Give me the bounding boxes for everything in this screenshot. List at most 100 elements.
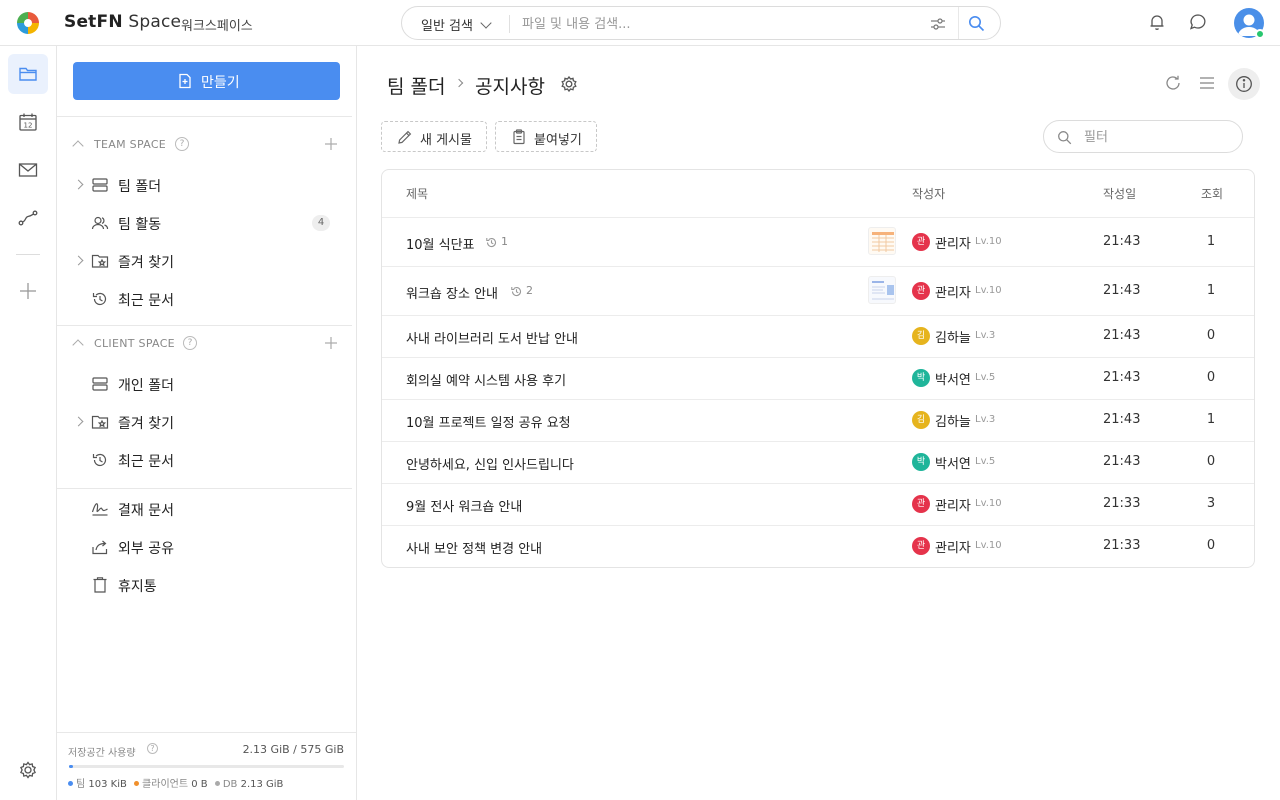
help-icon[interactable]: ? <box>147 743 158 754</box>
rail-mail-button[interactable] <box>8 150 48 190</box>
table-row[interactable]: 회의실 예약 시스템 사용 후기 박 박서연 Lv.5 21:43 0 <box>382 357 1254 399</box>
sidebar-item-team-recent[interactable]: 최근 문서 <box>57 283 352 315</box>
search-mode-select[interactable]: 일반 검색 <box>421 15 473 34</box>
author-name[interactable]: 관리자 <box>935 282 971 301</box>
help-icon[interactable]: ? <box>183 336 197 350</box>
clipboard-icon <box>513 129 525 145</box>
post-title[interactable]: 9월 전사 워크숍 안내 <box>406 496 522 515</box>
table-row[interactable]: 안녕하세요, 신입 인사드립니다 박 박서연 Lv.5 21:43 0 <box>382 441 1254 483</box>
breadcrumb-parent[interactable]: 팀 폴더 <box>387 72 445 99</box>
global-search: 일반 검색 <box>401 6 1001 40</box>
sidebar-item-team-activity[interactable]: 팀 활동 4 <box>57 207 352 239</box>
filter-input[interactable] <box>1084 127 1224 147</box>
refresh-icon[interactable] <box>1164 74 1182 92</box>
column-header-author[interactable]: 작성자 <box>912 185 945 202</box>
calendar-icon: 12 <box>19 113 37 131</box>
view-count: 3 <box>1206 496 1216 511</box>
post-title[interactable]: 워크숍 장소 안내 <box>406 283 498 302</box>
help-icon[interactable]: ? <box>175 137 189 151</box>
chevron-right-icon[interactable] <box>73 416 84 427</box>
rail-workflow-button[interactable] <box>8 198 48 238</box>
author-name[interactable]: 관리자 <box>935 495 971 514</box>
star-folder-icon <box>91 415 109 429</box>
sidebar-item-trash[interactable]: 휴지통 <box>57 569 352 601</box>
table-row[interactable]: 사내 라이브러리 도서 반납 안내 김 김하늘 Lv.3 21:43 0 <box>382 315 1254 357</box>
sidebar-item-client-favorites[interactable]: 즐겨 찾기 <box>57 406 352 438</box>
sidebar: 만들기 TEAM SPACE ? 팀 폴더 팀 활동 4 즐겨 찾기 최근 문서 <box>57 46 357 800</box>
table-row[interactable]: 10월 식단표 1 관 관리자 Lv.10 21:43 1 <box>382 217 1254 266</box>
column-header-date[interactable]: 작성일 <box>1103 185 1136 202</box>
column-header-views[interactable]: 조회 <box>1201 185 1223 202</box>
chat-icon[interactable] <box>1188 12 1208 32</box>
post-title[interactable]: 사내 보안 정책 변경 안내 <box>406 538 542 557</box>
sidebar-item-external-share[interactable]: 외부 공유 <box>57 531 352 563</box>
sidebar-item-personal-folder[interactable]: 개인 폴더 <box>57 368 352 400</box>
author-avatar: 관 <box>912 495 930 513</box>
add-icon[interactable] <box>324 137 338 151</box>
rail-settings-button[interactable] <box>8 750 48 790</box>
thumbnail-image[interactable] <box>868 227 896 255</box>
chevron-up-icon[interactable] <box>72 140 84 152</box>
info-button[interactable] <box>1228 68 1260 100</box>
table-row[interactable]: 사내 보안 정책 변경 안내 관 관리자 Lv.10 21:33 0 <box>382 525 1254 567</box>
author-name[interactable]: 김하늘 <box>935 411 971 430</box>
chevron-up-icon[interactable] <box>72 339 84 351</box>
legend-dot <box>214 781 220 786</box>
author-name[interactable]: 관리자 <box>935 233 971 252</box>
author-avatar: 관 <box>912 282 930 300</box>
post-date: 21:33 <box>1103 496 1141 511</box>
thumbnail-image[interactable] <box>868 276 896 304</box>
sidebar-item-team-favorites[interactable]: 즐겨 찾기 <box>57 245 352 277</box>
author-avatar: 관 <box>912 233 930 251</box>
top-bar: SetFN Space 워크스페이스 일반 검색 <box>0 0 1280 46</box>
table-row[interactable]: 9월 전사 워크숍 안내 관 관리자 Lv.10 21:33 3 <box>382 483 1254 525</box>
storage-usage: 저장공간 사용량 ? 2.13 GiB / 575 GiB 팀 103 KiB … <box>57 732 356 800</box>
storage-bar <box>69 765 344 768</box>
column-header-title[interactable]: 제목 <box>406 185 428 202</box>
table-row[interactable]: 10월 프로젝트 일정 공유 요청 김 김하늘 Lv.3 21:43 1 <box>382 399 1254 441</box>
post-title[interactable]: 10월 프로젝트 일정 공유 요청 <box>406 412 571 431</box>
view-count: 1 <box>1206 234 1216 249</box>
bell-icon[interactable] <box>1147 12 1167 32</box>
gear-icon[interactable] <box>559 74 579 94</box>
gear-icon <box>20 761 36 779</box>
list-view-icon[interactable] <box>1198 74 1216 92</box>
document-thumbnail-icon <box>872 281 894 300</box>
post-title[interactable]: 회의실 예약 시스템 사용 후기 <box>406 370 566 389</box>
author-avatar: 박 <box>912 453 930 471</box>
chevron-down-icon[interactable] <box>480 17 492 29</box>
paste-button[interactable]: 붙여넣기 <box>495 121 597 152</box>
search-input[interactable] <box>522 13 922 35</box>
workflow-icon <box>18 210 38 226</box>
rail-files-button[interactable] <box>8 54 48 94</box>
search-options-icon[interactable] <box>930 16 946 32</box>
rail-add-button[interactable] <box>8 271 48 311</box>
post-title[interactable]: 안녕하세요, 신입 인사드립니다 <box>406 454 574 473</box>
sidebar-item-client-recent[interactable]: 최근 문서 <box>57 444 352 476</box>
create-button[interactable]: 만들기 <box>73 62 340 100</box>
folder-icon <box>19 67 37 81</box>
author-name[interactable]: 관리자 <box>935 537 971 556</box>
signature-icon <box>91 503 108 516</box>
author-level: Lv.10 <box>975 236 1002 247</box>
author-name[interactable]: 박서연 <box>935 369 971 388</box>
sidebar-item-approvals[interactable]: 결재 문서 <box>57 493 352 525</box>
new-post-button[interactable]: 새 게시물 <box>381 121 487 152</box>
client-space-header[interactable]: CLIENT SPACE ? <box>57 333 352 357</box>
add-icon[interactable] <box>324 336 338 350</box>
post-title[interactable]: 사내 라이브러리 도서 반납 안내 <box>406 328 578 347</box>
team-space-header[interactable]: TEAM SPACE ? <box>57 134 352 158</box>
app-logo[interactable] <box>16 11 40 35</box>
search-icon <box>1058 131 1072 145</box>
workspace-name[interactable]: 워크스페이스 <box>181 15 253 34</box>
table-row[interactable]: 워크숍 장소 안내 2 관 관리자 Lv.10 21:43 1 <box>382 266 1254 315</box>
rail-calendar-button[interactable]: 12 <box>8 102 48 142</box>
sidebar-item-team-folder[interactable]: 팀 폴더 <box>57 169 352 201</box>
chevron-right-icon[interactable] <box>73 255 84 266</box>
author-name[interactable]: 박서연 <box>935 453 971 472</box>
table-thumbnail-icon <box>872 232 894 252</box>
search-icon[interactable] <box>968 15 985 32</box>
author-name[interactable]: 김하늘 <box>935 327 971 346</box>
post-title[interactable]: 10월 식단표 <box>406 234 475 253</box>
chevron-right-icon[interactable] <box>73 179 84 190</box>
